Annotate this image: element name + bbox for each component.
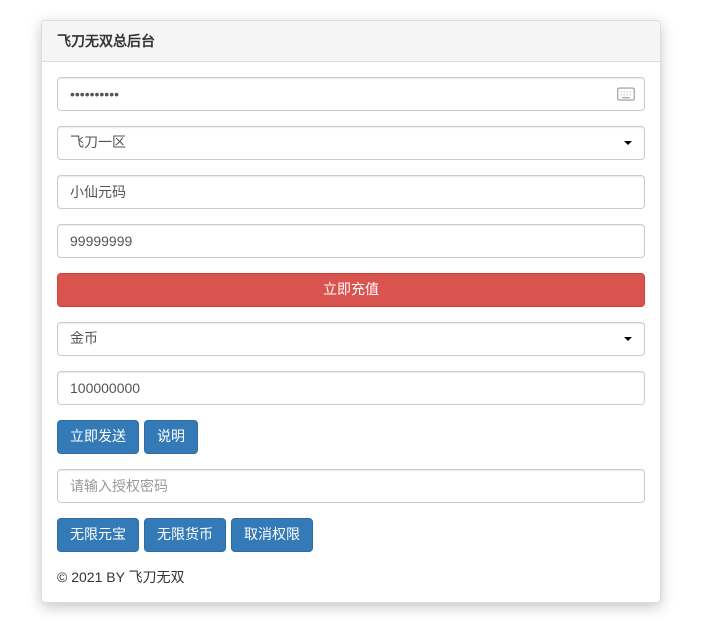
currency-type-select[interactable]: 金币 [57, 322, 645, 356]
currency-type-value: 金币 [70, 329, 98, 349]
admin-password-input[interactable] [57, 77, 645, 111]
player-name-input[interactable] [57, 175, 645, 209]
recharge-amount-input[interactable] [57, 224, 645, 258]
auth-password-input[interactable] [57, 469, 645, 503]
panel-body: 飞刀一区 立即充值 金币 立即发送 说明 [42, 62, 660, 602]
footer-text: © 2021 BY 飞刀无双 [57, 567, 645, 587]
explain-button[interactable]: 说明 [144, 420, 198, 454]
send-now-button[interactable]: 立即发送 [57, 420, 139, 454]
page-title: 飞刀无双总后台 [42, 21, 660, 62]
server-select[interactable]: 飞刀一区 [57, 126, 645, 160]
cancel-permission-button[interactable]: 取消权限 [231, 518, 313, 552]
recharge-button[interactable]: 立即充值 [57, 273, 645, 307]
currency-amount-input[interactable] [57, 371, 645, 405]
server-select-value: 飞刀一区 [70, 133, 126, 153]
keyboard-icon [617, 87, 635, 101]
caret-down-icon [624, 141, 632, 145]
unlimited-currency-button[interactable]: 无限货币 [144, 518, 226, 552]
unlimited-yuanbao-button[interactable]: 无限元宝 [57, 518, 139, 552]
admin-panel: 飞刀无双总后台 飞刀一区 [41, 20, 661, 603]
caret-down-icon [624, 337, 632, 341]
